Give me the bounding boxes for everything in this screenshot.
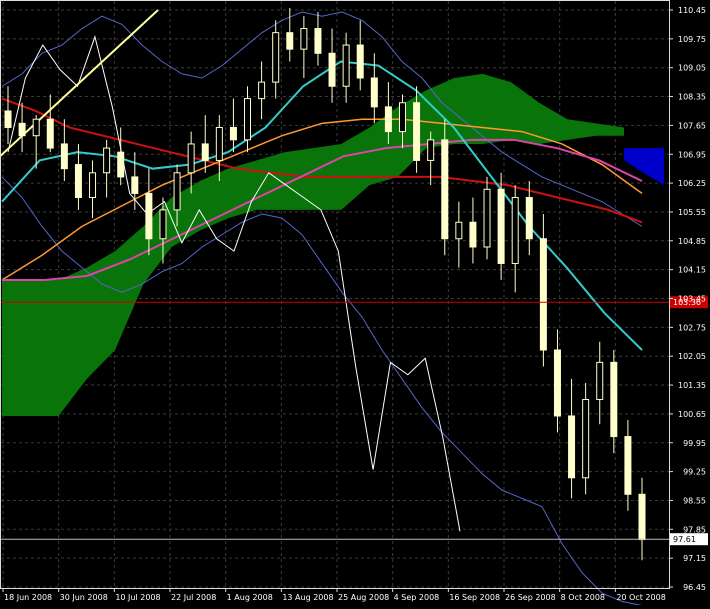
candle-body <box>483 188 491 248</box>
candle-body <box>117 151 125 178</box>
candle-body <box>356 44 364 79</box>
y-tick-label: 108.35 <box>678 93 706 102</box>
candle-body <box>258 81 266 100</box>
candle-body <box>229 126 237 141</box>
candle-body <box>4 110 12 128</box>
x-tick-label: 8 Oct 2008 <box>561 593 605 602</box>
y-tick-label: 109.75 <box>678 35 706 44</box>
y-tick-label: 106.95 <box>678 150 706 159</box>
candle-body <box>497 188 505 264</box>
candle-body <box>525 197 533 240</box>
candle-body <box>103 147 111 174</box>
candle-body <box>427 139 435 161</box>
candlestick-chart: 103.36 97.61 110.45 109.75 109.05 108.35 107.… <box>0 0 710 607</box>
candle-body <box>159 209 167 240</box>
candle-body <box>215 126 223 161</box>
candle-body <box>568 415 576 479</box>
candle-body <box>370 77 378 108</box>
candle-body <box>201 143 209 161</box>
candle-body <box>131 176 139 194</box>
candle-body <box>46 118 54 149</box>
candle-body <box>60 143 68 170</box>
x-tick-label: 13 Aug 2008 <box>282 593 333 602</box>
candle-body <box>596 361 604 400</box>
y-tick-label: 99.95 <box>683 439 706 448</box>
y-tick-label: 102.05 <box>678 352 706 361</box>
candle-body <box>145 192 153 240</box>
y-tick-label: 98.55 <box>683 496 706 505</box>
y-tick-label: 104.15 <box>678 266 706 275</box>
candle-body <box>624 436 632 495</box>
candle-body <box>74 164 82 199</box>
y-tick-label: 101.35 <box>678 381 706 390</box>
y-tick-label: 96.45 <box>683 583 706 592</box>
x-tick-label: 10 Jul 2008 <box>115 593 160 602</box>
y-tick-label: 99.25 <box>683 468 706 477</box>
candle-body <box>441 139 449 240</box>
y-tick-label: 107.65 <box>678 121 706 130</box>
cloud-area-bear <box>624 148 664 186</box>
candle-body <box>553 349 561 417</box>
candle-body <box>300 28 308 50</box>
y-tick-label: 110.45 <box>678 6 706 15</box>
candle-body <box>328 52 336 87</box>
candle-body <box>610 361 618 438</box>
candle-body <box>455 221 463 240</box>
candle-body <box>342 44 350 87</box>
y-tick-label: 100.65 <box>678 410 706 419</box>
x-tick-label: 18 Jun 2008 <box>4 593 52 602</box>
candle-body <box>314 28 322 54</box>
candle-body <box>187 143 195 174</box>
x-tick-label: 4 Sep 2008 <box>394 593 440 602</box>
candle-body <box>384 106 392 133</box>
candle-body <box>539 238 547 351</box>
x-axis: 18 Jun 2008 30 Jun 2008 10 Jul 2008 22 Jul … <box>2 588 666 602</box>
candle-body <box>272 32 280 83</box>
candle-body <box>511 197 519 264</box>
candle-body <box>18 122 26 137</box>
y-tick-label: 102.75 <box>678 323 706 332</box>
y-tick-label: 104.85 <box>678 237 706 246</box>
x-tick-label: 26 Sep 2008 <box>505 593 556 602</box>
x-tick-label: 30 Jun 2008 <box>60 593 108 602</box>
candle-body <box>286 32 294 50</box>
y-tick-label: 103.45 <box>678 295 706 304</box>
y-tick-label: 105.55 <box>678 208 706 217</box>
candle-body <box>32 118 40 137</box>
current-price-label: 97.61 <box>673 535 696 544</box>
y-tick-label: 97.85 <box>683 525 706 534</box>
y-tick-label: 109.05 <box>678 64 706 73</box>
chart-svg: 103.3697.61 110.45109.75109.05108.35107.… <box>0 0 708 607</box>
candle-body <box>582 398 590 479</box>
candle-body <box>173 172 181 211</box>
x-tick-label: 20 Oct 2008 <box>616 593 665 602</box>
x-tick-label: 22 Jul 2008 <box>171 593 216 602</box>
candle-body <box>638 493 646 541</box>
candle-body <box>413 102 421 161</box>
x-tick-label: 25 Aug 2008 <box>338 593 389 602</box>
x-tick-label: 1 Aug 2008 <box>227 593 273 602</box>
y-tick-label: 97.15 <box>683 554 706 563</box>
candle-body <box>89 172 97 199</box>
candle-body <box>469 221 477 248</box>
x-tick-label: 16 Sep 2008 <box>449 593 500 602</box>
y-tick-label: 106.25 <box>678 179 706 188</box>
candle-body <box>244 98 252 141</box>
candle-body <box>398 102 406 133</box>
